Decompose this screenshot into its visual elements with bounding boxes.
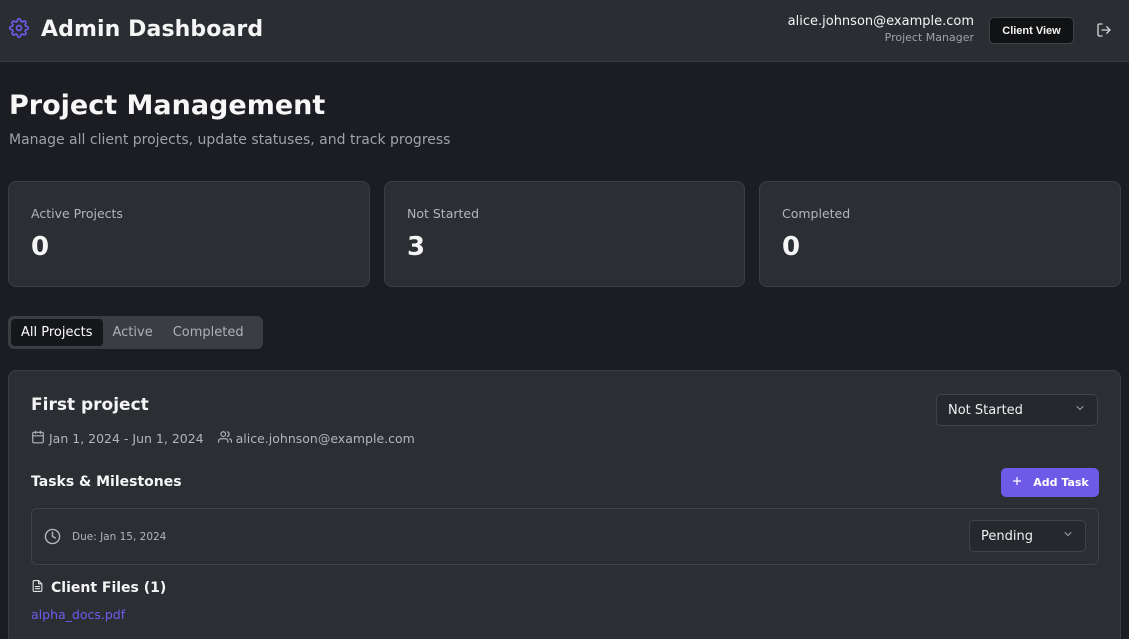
tab-active[interactable]: Active <box>103 319 163 346</box>
add-task-button[interactable]: Add Task <box>1001 468 1099 497</box>
project-status-value: Not Started <box>948 402 1023 418</box>
task-status-select[interactable]: Pending <box>969 520 1086 552</box>
client-files-title: Client Files (1) <box>31 579 166 597</box>
top-bar: Admin Dashboard alice.johnson@example.co… <box>0 0 1129 62</box>
tab-completed[interactable]: Completed <box>163 319 254 346</box>
project-dates: Jan 1, 2024 - Jun 1, 2024 <box>49 431 204 446</box>
task-status-value: Pending <box>981 528 1033 544</box>
file-link[interactable]: alpha_docs.pdf <box>31 607 125 622</box>
tab-all-projects[interactable]: All Projects <box>11 319 103 346</box>
file-icon <box>31 579 44 597</box>
stat-label: Not Started <box>407 206 480 221</box>
brand: Admin Dashboard <box>9 17 263 42</box>
task-due-date: Due: Jan 15, 2024 <box>72 531 167 543</box>
project-owner: alice.johnson@example.com <box>235 431 415 446</box>
stat-card-completed: Completed 0 <box>759 181 1121 287</box>
stat-card-active-projects: Active Projects 0 <box>8 181 370 287</box>
project-meta: Jan 1, 2024 - Jun 1, 2024 alice.johnson@… <box>31 430 415 447</box>
stat-card-not-started: Not Started 3 <box>384 181 745 287</box>
plus-icon <box>1011 475 1023 490</box>
stat-label: Active Projects <box>31 206 123 221</box>
add-task-label: Add Task <box>1033 476 1089 489</box>
stat-value: 0 <box>782 232 801 262</box>
client-files-label: Client Files (1) <box>51 580 167 596</box>
chevron-down-icon <box>1062 528 1074 544</box>
user-role: Project Manager <box>884 31 974 44</box>
stat-value: 0 <box>31 232 50 262</box>
project-card: First project Jan 1, 2024 - Jun 1, 2024 … <box>8 370 1121 639</box>
clock-icon <box>44 528 61 545</box>
calendar-icon <box>31 430 49 447</box>
gear-icon <box>9 17 29 42</box>
chevron-down-icon <box>1074 402 1086 418</box>
stat-value: 3 <box>407 232 426 262</box>
client-view-button[interactable]: Client View <box>989 17 1074 44</box>
user-info: alice.johnson@example.com Project Manage… <box>788 14 974 46</box>
page-subtitle: Manage all client projects, update statu… <box>9 132 451 148</box>
user-email: alice.johnson@example.com <box>787 14 974 29</box>
project-status-select[interactable]: Not Started <box>936 394 1098 426</box>
project-name: First project <box>31 395 149 415</box>
app-title: Admin Dashboard <box>41 17 264 42</box>
project-filter-tabs: All Projects Active Completed <box>8 316 263 349</box>
page-title: Project Management <box>9 90 326 121</box>
users-icon <box>217 430 236 447</box>
logout-icon[interactable] <box>1096 22 1112 38</box>
stat-label: Completed <box>782 206 851 221</box>
tasks-section-title: Tasks & Milestones <box>31 474 182 490</box>
task-row: Due: Jan 15, 2024 Pending <box>31 508 1099 565</box>
